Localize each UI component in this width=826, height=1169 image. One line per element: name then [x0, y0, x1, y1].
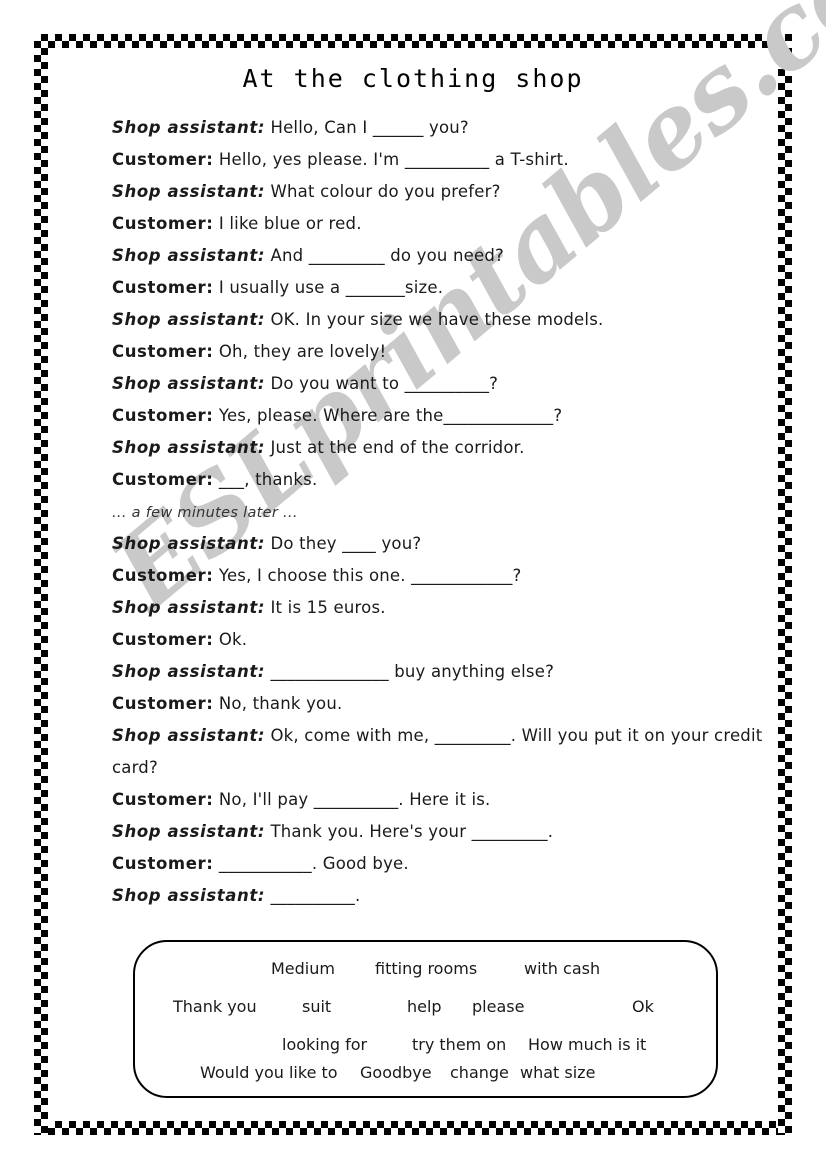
utterance-text: Yes, I choose this one. ____________?: [213, 566, 522, 585]
speaker-label: Shop assistant:: [112, 118, 266, 137]
dialogue-line: Shop assistant: Just at the end of the c…: [112, 432, 772, 464]
utterance-text: Thank you. Here's your _________.: [265, 822, 554, 841]
dialogue-line: Customer: I like blue or red.: [112, 208, 772, 240]
dialogue-line: Customer: Ok.: [112, 624, 772, 656]
dialogue-line: Shop assistant: Do you want to _________…: [112, 368, 772, 400]
utterance-text: Oh, they are lovely!: [213, 342, 387, 361]
dialogue-line: Shop assistant: Hello, Can I ______ you?: [112, 112, 772, 144]
speaker-label: Customer:: [112, 406, 214, 425]
worksheet-page: At the clothing shop Shop assistant: Hel…: [0, 0, 826, 1169]
utterance-text: No, I'll pay __________. Here it is.: [213, 790, 491, 809]
word-bank-item[interactable]: Ok: [632, 992, 654, 1022]
dialogue-line: Customer: I usually use a _______size.: [112, 272, 772, 304]
dialogue-line: Customer: Oh, they are lovely!: [112, 336, 772, 368]
utterance-text: Hello, Can I ______ you?: [265, 118, 469, 137]
dialogue-line: Shop assistant: Thank you. Here's your _…: [112, 816, 772, 848]
dialogue-line: Customer: ___________. Good bye.: [112, 848, 772, 880]
utterance-text: Hello, yes please. I'm __________ a T-sh…: [213, 150, 569, 169]
word-bank-item[interactable]: suit: [302, 992, 331, 1022]
dialogue-line: Customer: No, thank you.: [112, 688, 772, 720]
utterance-text: I usually use a _______size.: [213, 278, 444, 297]
utterance-text: Yes, please. Where are the_____________?: [213, 406, 563, 425]
word-bank-item[interactable]: please: [472, 992, 524, 1022]
utterance-text: I like blue or red.: [213, 214, 362, 233]
speaker-label: Customer:: [112, 278, 214, 297]
dialogue-list: Shop assistant: Hello, Can I ______ you?…: [112, 112, 772, 912]
word-bank-item[interactable]: Goodbye: [360, 1058, 432, 1088]
word-bank-box: Medium fitting rooms with cash Thank you sui…: [133, 940, 718, 1098]
speaker-label: Shop assistant:: [112, 662, 266, 681]
dialogue-line: Shop assistant: ______________ buy anyth…: [112, 656, 772, 688]
speaker-label: Shop assistant:: [112, 726, 266, 745]
speaker-label: Customer:: [112, 854, 214, 873]
word-bank-item[interactable]: Thank you: [173, 992, 257, 1022]
stage-direction: ... a few minutes later ...: [112, 505, 298, 521]
word-bank-item[interactable]: Would you like to: [200, 1058, 338, 1088]
speaker-label: Shop assistant:: [112, 246, 266, 265]
utterance-text: OK. In your size we have these models.: [265, 310, 604, 329]
dialogue-line: Shop assistant: It is 15 euros.: [112, 592, 772, 624]
speaker-label: Customer:: [112, 694, 214, 713]
word-bank-row: looking for try them on How much is it: [135, 1030, 720, 1060]
word-bank-item[interactable]: try them on: [412, 1030, 506, 1060]
checkered-border-left: [34, 34, 48, 1135]
speaker-label: Shop assistant:: [112, 182, 266, 201]
utterance-text: It is 15 euros.: [265, 598, 386, 617]
checkered-border-top: [34, 34, 792, 48]
word-bank-item[interactable]: what size: [520, 1058, 595, 1088]
utterance-text: Ok.: [213, 630, 248, 649]
speaker-label: Shop assistant:: [112, 310, 266, 329]
word-bank-item[interactable]: fitting rooms: [375, 954, 477, 984]
dialogue-line: Shop assistant: OK. In your size we have…: [112, 304, 772, 336]
utterance-text: ___, thanks.: [213, 470, 318, 489]
speaker-label: Shop assistant:: [112, 598, 266, 617]
dialogue-line: Customer: Yes, please. Where are the____…: [112, 400, 772, 432]
dialogue-line: Shop assistant: What colour do you prefe…: [112, 176, 772, 208]
utterance-text: Do you want to __________?: [265, 374, 499, 393]
dialogue-line: Customer: Yes, I choose this one. ______…: [112, 560, 772, 592]
dialogue-line: ... a few minutes later ...: [112, 496, 772, 528]
word-bank-row: Would you like to Goodbye change what size: [135, 1058, 720, 1088]
speaker-label: Customer:: [112, 470, 214, 489]
utterance-text: Just at the end of the corridor.: [265, 438, 525, 457]
utterance-text: ___________. Good bye.: [213, 854, 409, 873]
speaker-label: Customer:: [112, 566, 214, 585]
utterance-text: Do they ____ you?: [265, 534, 422, 553]
dialogue-line: Customer: ___, thanks.: [112, 464, 772, 496]
utterance-text: __________.: [265, 886, 361, 905]
speaker-label: Customer:: [112, 342, 214, 361]
word-bank-item[interactable]: help: [407, 992, 442, 1022]
speaker-label: Shop assistant:: [112, 534, 266, 553]
speaker-label: Customer:: [112, 150, 214, 169]
word-bank-item[interactable]: with cash: [524, 954, 600, 984]
word-bank-row: Medium fitting rooms with cash: [135, 954, 720, 984]
dialogue-line: Shop assistant: __________.: [112, 880, 772, 912]
checkered-border-right: [778, 34, 792, 1135]
speaker-label: Customer:: [112, 790, 214, 809]
speaker-label: Shop assistant:: [112, 438, 266, 457]
word-bank-item[interactable]: How much is it: [528, 1030, 646, 1060]
utterance-text: And _________ do you need?: [265, 246, 505, 265]
speaker-label: Customer:: [112, 630, 214, 649]
word-bank-item[interactable]: looking for: [282, 1030, 367, 1060]
speaker-label: Shop assistant:: [112, 374, 266, 393]
dialogue-line: Shop assistant: Do they ____ you?: [112, 528, 772, 560]
speaker-label: Shop assistant:: [112, 822, 266, 841]
utterance-text: ______________ buy anything else?: [265, 662, 555, 681]
word-bank-row: Thank you suit help please Ok: [135, 992, 720, 1022]
speaker-label: Shop assistant:: [112, 886, 266, 905]
utterance-text: No, thank you.: [213, 694, 343, 713]
dialogue-line: Customer: No, I'll pay __________. Here …: [112, 784, 772, 816]
dialogue-line: Shop assistant: And _________ do you nee…: [112, 240, 772, 272]
page-title: At the clothing shop: [242, 64, 584, 93]
dialogue-line: Customer: Hello, yes please. I'm _______…: [112, 144, 772, 176]
speaker-label: Customer:: [112, 214, 214, 233]
word-bank-item[interactable]: Medium: [271, 954, 335, 984]
word-bank-item[interactable]: change: [450, 1058, 509, 1088]
checkered-border-bottom: [34, 1121, 792, 1135]
utterance-text: What colour do you prefer?: [265, 182, 501, 201]
dialogue-line: Shop assistant: Ok, come with me, ______…: [112, 720, 772, 784]
